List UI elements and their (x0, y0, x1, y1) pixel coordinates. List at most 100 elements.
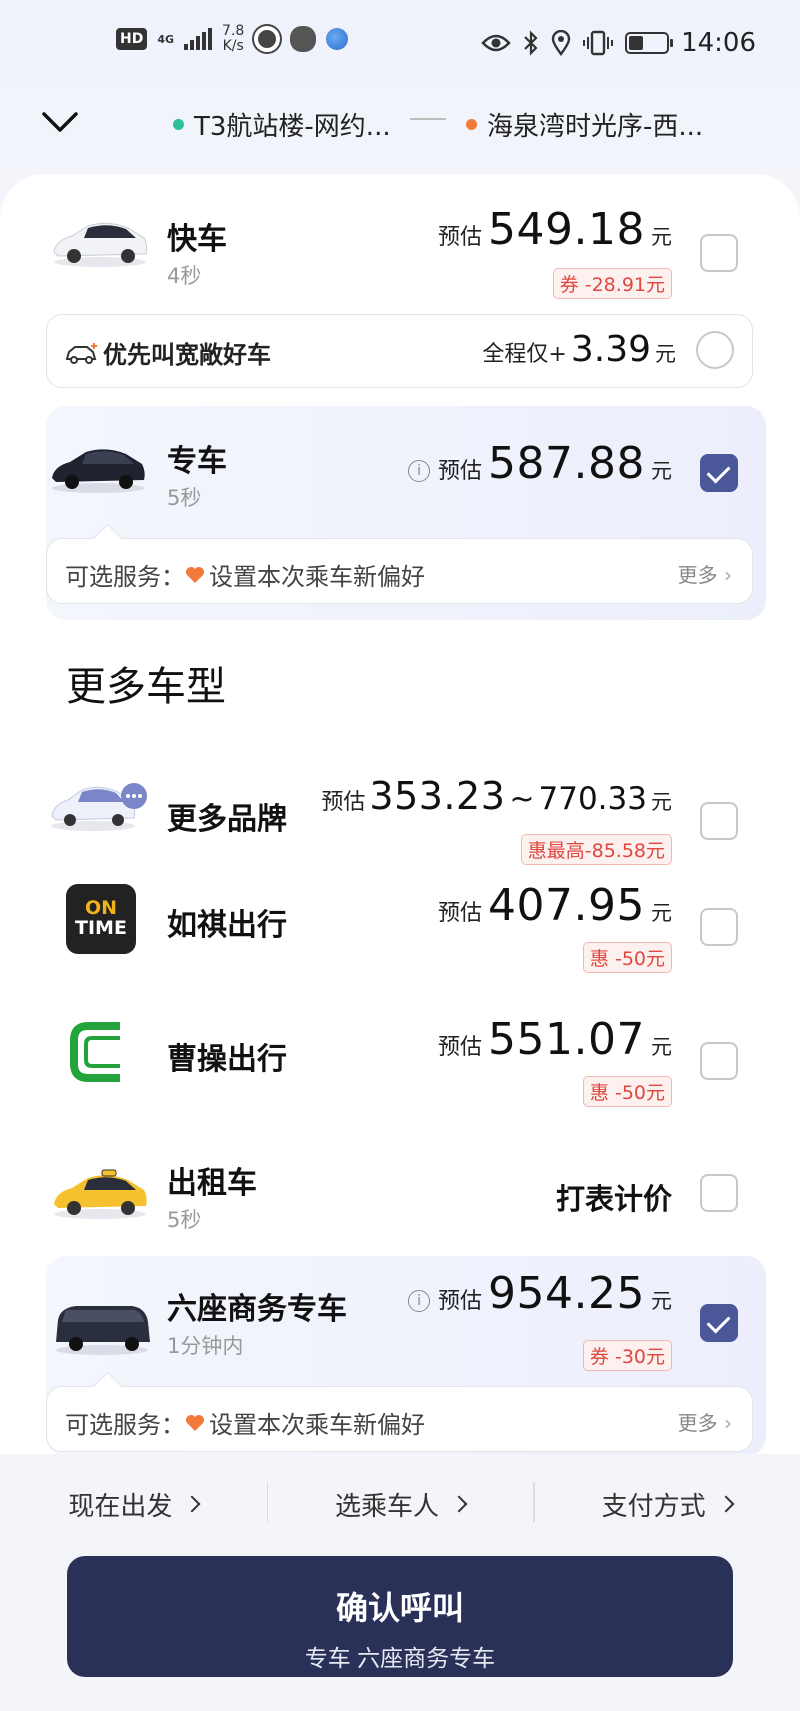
service-checkbox[interactable] (700, 802, 738, 840)
taxi-image (54, 1169, 147, 1219)
price-value: 407.95 (488, 880, 645, 931)
service-checkbox[interactable] (700, 234, 738, 272)
heart-icon (186, 566, 204, 583)
chevron-right-icon (450, 1495, 468, 1513)
passenger-option[interactable]: 选乘车人 (266, 1474, 534, 1534)
estimate-label: 预估 (438, 459, 483, 484)
logo-text-top: ON (84, 897, 118, 919)
optional-service-box[interactable]: 可选服务： 设置本次乘车新偏好 更多 › (46, 1386, 753, 1452)
service-row-more-brands[interactable]: 更多品牌 预估 353.23 ~ 770.33 元 惠最高-85.58元 (0, 734, 800, 865)
info-icon[interactable]: i (408, 1290, 431, 1312)
optional-service-value: 设置本次乘车新偏好 (209, 563, 425, 591)
service-row-caocao[interactable]: 曹操出行 预估 551.07 元 惠 -50元 (0, 998, 800, 1118)
logo-text-bottom: TIME (75, 917, 127, 939)
battery-icon (625, 32, 674, 54)
price-line: 预估 551.07 元 (438, 1014, 672, 1065)
service-eta: 5秒 (167, 1208, 202, 1232)
section-title: 更多车型 (62, 654, 232, 712)
upgrade-price-unit: 元 (655, 342, 676, 366)
more-label: 更多 (677, 1411, 718, 1435)
optional-service-text: 可选服务： 设置本次乘车新偏好 (65, 1405, 425, 1440)
optional-service-label: 可选服务： (65, 1411, 185, 1439)
service-eta: 1分钟内 (167, 1334, 244, 1358)
service-checkbox[interactable] (700, 908, 738, 946)
depart-time-option[interactable]: 现在出发 (0, 1474, 267, 1534)
upgrade-label: 优先叫宽敞好车 (103, 341, 271, 369)
service-name: 曹操出行 (167, 1042, 287, 1077)
service-row-taxi[interactable]: 出租车 5秒 打表计价 (0, 1132, 800, 1252)
route-origin[interactable]: T3航站楼-网约... (173, 106, 391, 143)
route-separator (410, 118, 446, 120)
service-checkbox[interactable] (700, 1042, 738, 1080)
optional-service-text: 可选服务： 设置本次乘车新偏好 (65, 557, 425, 592)
payment-label: 支付方式 (601, 1491, 706, 1522)
net-speed-value: 7.8 (222, 23, 245, 39)
confirm-call-button[interactable]: 确认呼叫 专车 六座商务专车 (67, 1556, 733, 1677)
price-line: i 预估 954.25 元 (408, 1268, 672, 1319)
service-name: 更多品牌 (167, 802, 287, 837)
price-unit: 元 (651, 790, 672, 814)
service-name: 六座商务专车 (167, 1292, 347, 1327)
wechat-icon (290, 26, 317, 52)
estimate-label: 预估 (438, 901, 483, 926)
optional-service-box[interactable]: 可选服务： 设置本次乘车新偏好 更多 › (46, 538, 753, 604)
status-right: 14:06 (481, 28, 756, 58)
status-bar: HD 4G 7.8 K/s 14:06 (0, 0, 800, 92)
heart-icon (186, 1414, 204, 1431)
estimate-label: 预估 (438, 1289, 483, 1314)
more-link[interactable]: 更多 › (678, 1407, 732, 1436)
optional-service-value: 设置本次乘车新偏好 (209, 1411, 425, 1439)
price-low: 353.23 (369, 774, 506, 818)
price-value: 551.07 (488, 1014, 645, 1065)
coupon-badge: 券 -30元 (582, 1340, 672, 1371)
route-destination[interactable]: 海泉湾时光序-西... (466, 106, 703, 143)
price-value: 954.25 (488, 1268, 645, 1319)
service-checkbox-checked[interactable] (700, 1304, 738, 1342)
service-name: 专车 (167, 444, 227, 479)
eye-icon (481, 34, 511, 52)
price-line: 预估 407.95 元 (438, 880, 672, 931)
more-link[interactable]: 更多 › (678, 559, 732, 588)
car-plus-icon (65, 342, 97, 364)
service-row-kuaiche[interactable]: 快车 4秒 预估 549.18 元 券 -28.91元 (0, 174, 800, 304)
destination-dot (466, 119, 477, 130)
meter-pricing: 打表计价 (555, 1182, 672, 1216)
service-checkbox[interactable] (700, 1174, 738, 1212)
service-row-ruqi[interactable]: ON TIME 如祺出行 预估 407.95 元 惠 -50元 (0, 864, 800, 984)
white-sedan-image (53, 222, 148, 267)
price-line: 预估 353.23 ~ 770.33 元 (321, 774, 672, 818)
caocao-logo (64, 1016, 134, 1086)
service-name: 快车 (167, 222, 227, 257)
upgrade-radio[interactable] (696, 331, 734, 369)
vibrate-icon (583, 30, 614, 56)
mpv-image (56, 1306, 150, 1355)
service-eta: 4秒 (167, 264, 202, 288)
origin-dot (173, 119, 184, 130)
price-unit: 元 (651, 1035, 672, 1059)
info-icon[interactable]: i (408, 460, 431, 482)
chevron-down-icon[interactable] (40, 106, 80, 136)
location-icon (551, 30, 571, 56)
depart-time-label: 现在出发 (68, 1491, 173, 1522)
upgrade-label-wrap: 优先叫宽敞好车 (65, 335, 271, 370)
browser-icon (326, 28, 349, 50)
route-header: T3航站楼-网约... 海泉湾时光序-西... (0, 92, 800, 172)
hd-badge: HD (116, 28, 148, 50)
bottom-options-bar: 现在出发 选乘车人 支付方式 (0, 1474, 800, 1534)
coupon-badge: 惠 -50元 (582, 1076, 672, 1107)
service-checkbox-checked[interactable] (700, 454, 738, 492)
net-speed-unit: K/s (222, 38, 244, 54)
app-notification-icon (254, 26, 281, 52)
price-line: i 预估 587.88 元 (408, 438, 672, 489)
origin-text: T3航站楼-网约... (194, 112, 391, 142)
net-type: 4G (157, 32, 175, 46)
clock: 14:06 (681, 28, 756, 58)
estimate-label: 预估 (438, 225, 483, 250)
chevron-right-icon (183, 1495, 201, 1513)
service-name: 如祺出行 (167, 908, 287, 943)
net-speed: 7.8 K/s (222, 24, 244, 54)
coupon-badge: 惠最高-85.58元 (520, 834, 672, 865)
upgrade-option[interactable]: 优先叫宽敞好车 全程仅+ 3.39 元 (46, 314, 753, 388)
payment-option[interactable]: 支付方式 (533, 1474, 800, 1534)
bluetooth-icon (524, 30, 538, 56)
